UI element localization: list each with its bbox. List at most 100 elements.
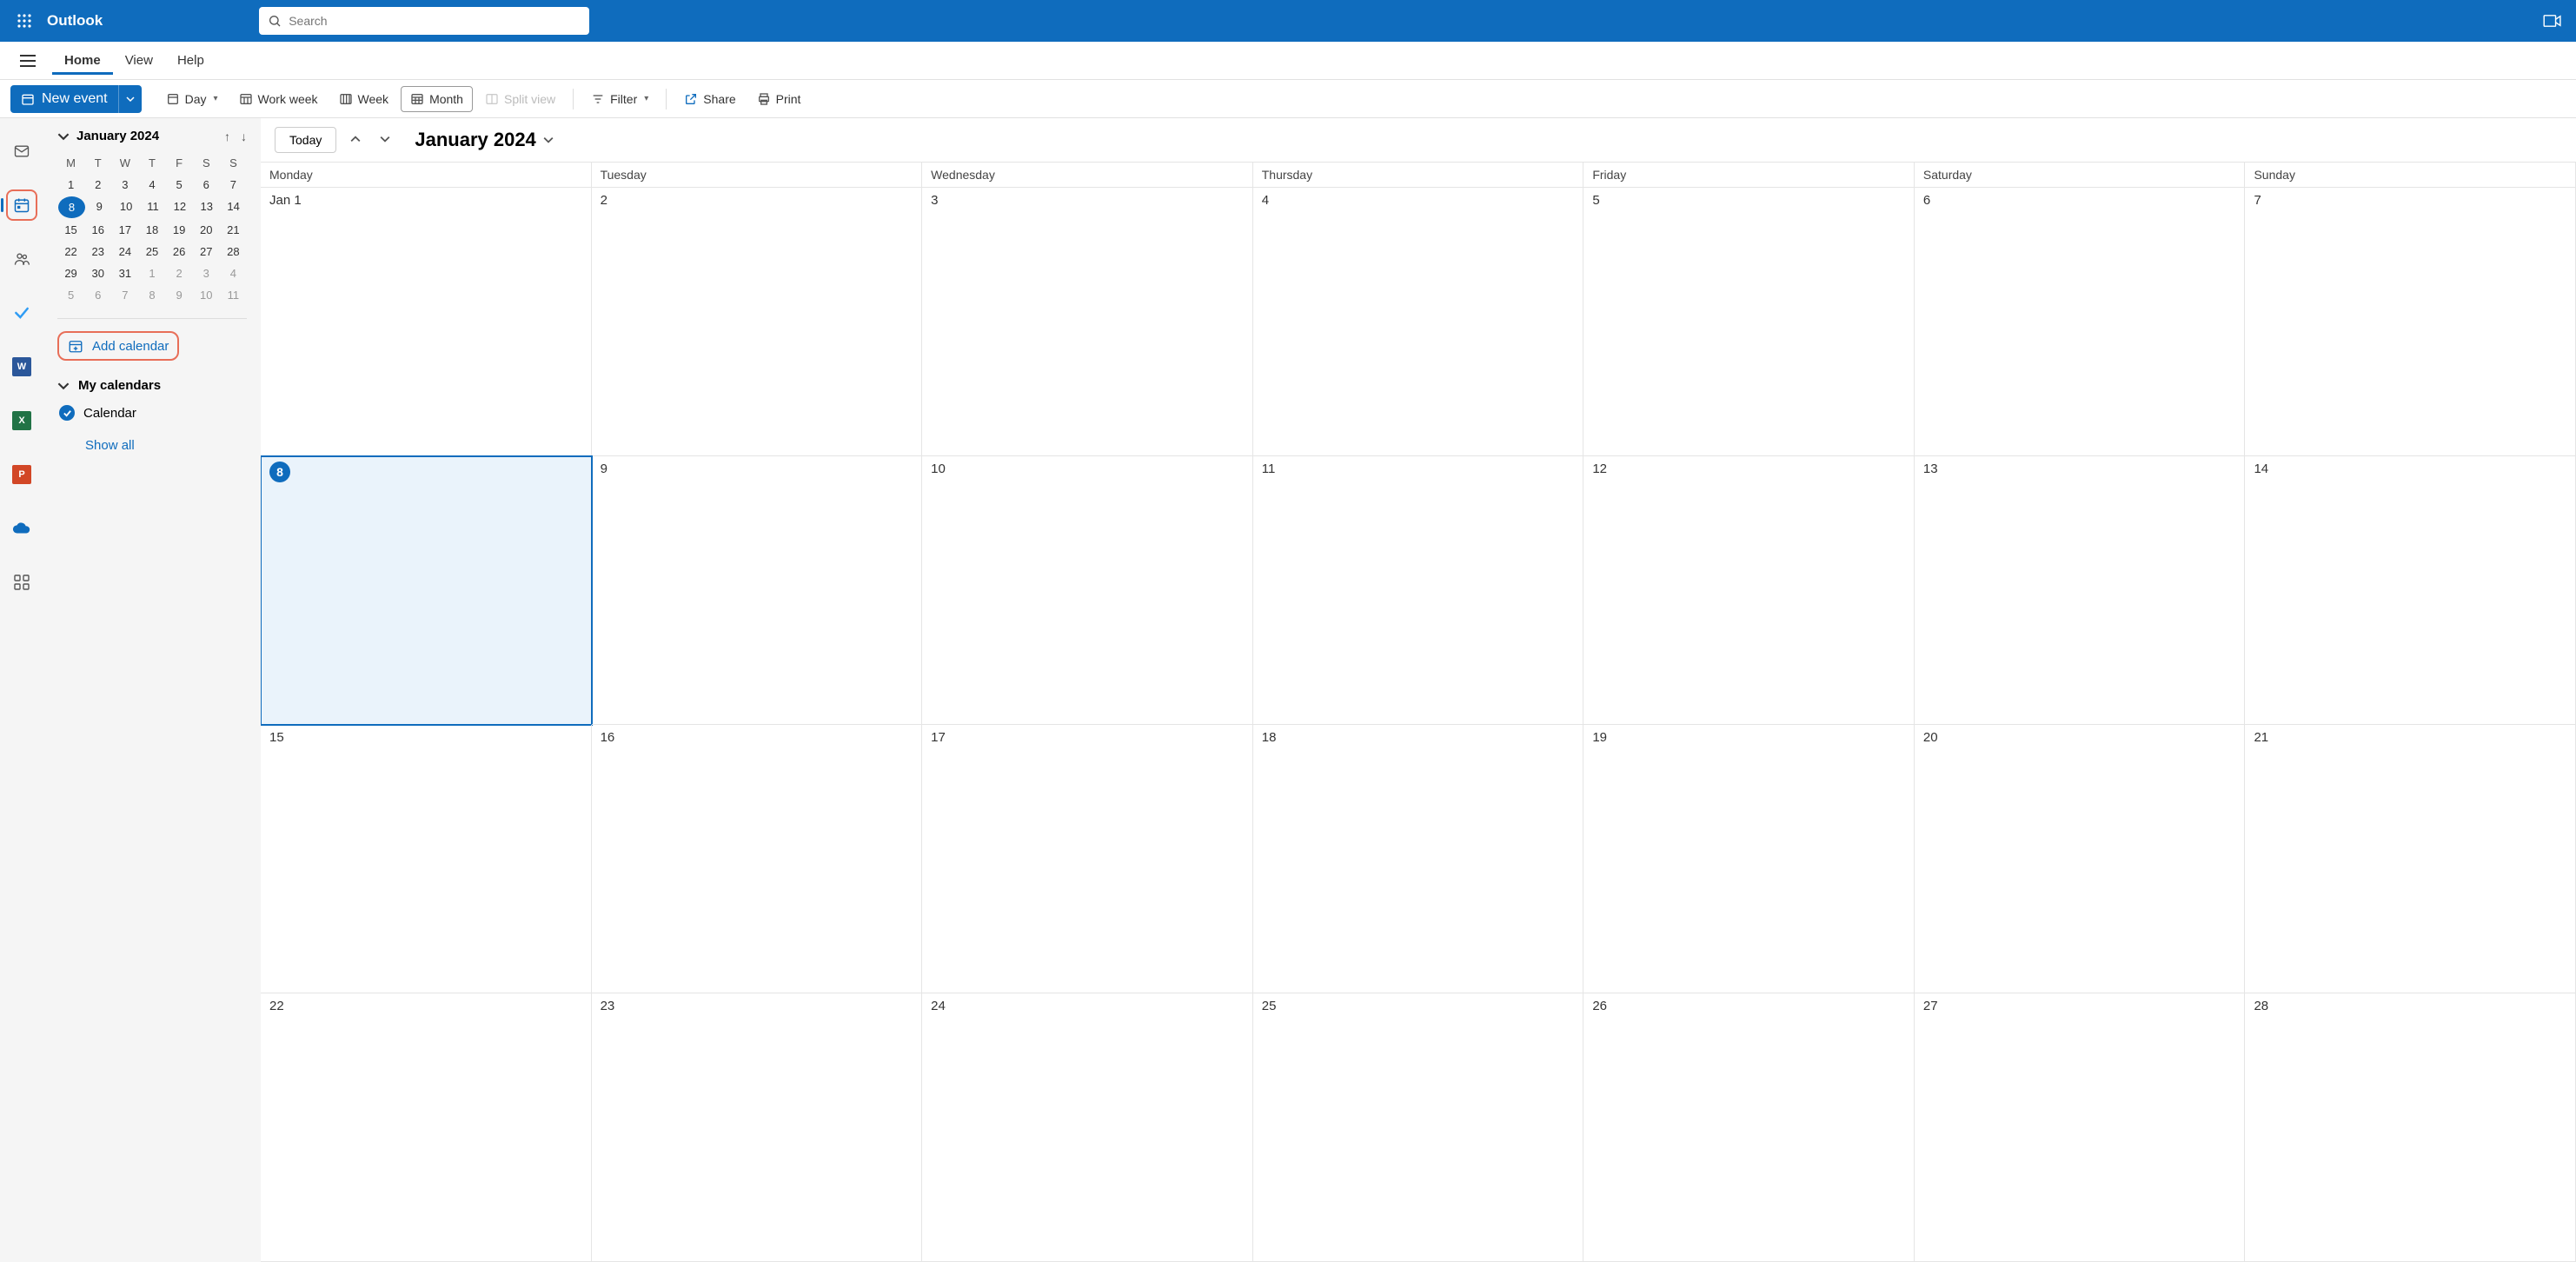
rail-excel[interactable]: X (6, 405, 37, 436)
rail-more-apps[interactable] (6, 567, 37, 598)
tab-home[interactable]: Home (52, 46, 113, 75)
mini-cal-day[interactable]: 25 (138, 241, 165, 262)
nav-toggle-button[interactable] (10, 60, 45, 62)
chevron-down-icon[interactable] (57, 130, 70, 143)
rail-word[interactable]: W (6, 351, 37, 382)
rail-calendar[interactable] (6, 189, 37, 221)
mini-cal-day[interactable]: 6 (84, 284, 111, 306)
rail-mail[interactable] (6, 136, 37, 167)
share-button[interactable]: Share (675, 87, 744, 111)
mini-cal-day[interactable]: 23 (84, 241, 111, 262)
view-month-button[interactable]: Month (401, 86, 473, 112)
calendar-day-cell[interactable]: 25 (1253, 993, 1584, 1262)
calendar-day-cell[interactable]: 4 (1253, 188, 1584, 456)
mini-cal-day[interactable]: 1 (138, 262, 165, 284)
calendar-title[interactable]: January 2024 (415, 129, 553, 151)
calendar-day-cell[interactable]: 12 (1583, 456, 1915, 725)
mini-cal-day[interactable]: 27 (193, 241, 220, 262)
calendar-day-cell[interactable]: 16 (592, 725, 923, 993)
mini-cal-day[interactable]: 10 (193, 284, 220, 306)
today-button[interactable]: Today (275, 127, 336, 153)
calendar-day-cell[interactable]: 2 (592, 188, 923, 456)
mini-cal-day[interactable]: 8 (138, 284, 165, 306)
mini-cal-day[interactable]: 2 (84, 174, 111, 196)
mini-cal-day[interactable]: 7 (220, 174, 247, 196)
new-event-dropdown[interactable] (118, 85, 142, 113)
view-day-button[interactable]: Day▾ (157, 87, 227, 111)
print-button[interactable]: Print (748, 87, 810, 111)
mini-cal-day[interactable]: 31 (111, 262, 138, 284)
mini-cal-day[interactable]: 28 (220, 241, 247, 262)
mini-cal-day[interactable]: 3 (111, 174, 138, 196)
calendar-day-cell[interactable]: 5 (1583, 188, 1915, 456)
mini-cal-day[interactable]: 26 (166, 241, 193, 262)
calendar-day-cell[interactable]: 10 (922, 456, 1253, 725)
calendar-day-cell[interactable]: 6 (1915, 188, 2246, 456)
show-all-link[interactable]: Show all (57, 438, 247, 453)
view-week-button[interactable]: Week (330, 87, 398, 111)
rail-people[interactable] (6, 243, 37, 275)
mini-cal-day[interactable]: 19 (166, 219, 193, 241)
calendar-day-cell[interactable]: 27 (1915, 993, 2246, 1262)
mini-cal-day[interactable]: 29 (57, 262, 84, 284)
mini-cal-day[interactable]: 4 (138, 174, 165, 196)
calendar-day-cell[interactable]: 20 (1915, 725, 2246, 993)
rail-onedrive[interactable] (6, 513, 37, 544)
calendar-day-cell[interactable]: 15 (261, 725, 592, 993)
rail-powerpoint[interactable]: P (6, 459, 37, 490)
mini-cal-day[interactable]: 21 (220, 219, 247, 241)
calendar-day-cell[interactable]: 23 (592, 993, 923, 1262)
mini-cal-day[interactable]: 9 (166, 284, 193, 306)
calendar-day-cell[interactable]: 17 (922, 725, 1253, 993)
prev-period-button[interactable] (345, 130, 366, 150)
new-event-button[interactable]: New event (10, 85, 142, 113)
mini-cal-day[interactable]: 2 (166, 262, 193, 284)
mini-cal-day[interactable]: 7 (111, 284, 138, 306)
mini-cal-day[interactable]: 11 (220, 284, 247, 306)
tab-view[interactable]: View (113, 46, 165, 75)
search-input[interactable] (289, 14, 581, 28)
app-launcher-button[interactable] (7, 13, 42, 29)
mini-cal-day[interactable]: 8 (58, 196, 85, 218)
calendar-day-cell[interactable]: 22 (261, 993, 592, 1262)
mini-cal-day[interactable]: 14 (220, 196, 247, 219)
calendar-day-cell[interactable]: 8 (261, 456, 592, 725)
calendar-day-cell[interactable]: 19 (1583, 725, 1915, 993)
mini-cal-day[interactable]: 24 (111, 241, 138, 262)
calendar-day-cell[interactable]: 3 (922, 188, 1253, 456)
calendar-list-item[interactable]: Calendar (57, 405, 247, 421)
mini-cal-day[interactable]: 13 (193, 196, 220, 219)
mini-cal-day[interactable]: 6 (193, 174, 220, 196)
mini-cal-day[interactable]: 4 (220, 262, 247, 284)
search-box[interactable] (259, 7, 589, 35)
mini-cal-day[interactable]: 20 (193, 219, 220, 241)
mini-cal-day[interactable]: 22 (57, 241, 84, 262)
calendar-day-cell[interactable]: 13 (1915, 456, 2246, 725)
my-calendars-toggle[interactable]: My calendars (57, 378, 247, 393)
mini-cal-day[interactable]: 30 (84, 262, 111, 284)
mini-next-month[interactable]: ↓ (241, 130, 247, 143)
calendar-day-cell[interactable]: 9 (592, 456, 923, 725)
calendar-day-cell[interactable]: 18 (1253, 725, 1584, 993)
mini-cal-day[interactable]: 1 (57, 174, 84, 196)
meet-now-icon[interactable] (2543, 14, 2562, 28)
calendar-day-cell[interactable]: 7 (2245, 188, 2576, 456)
add-calendar-button[interactable]: Add calendar (57, 331, 179, 361)
calendar-day-cell[interactable]: 11 (1253, 456, 1584, 725)
view-workweek-button[interactable]: Work week (230, 87, 327, 111)
mini-cal-day[interactable]: 9 (86, 196, 113, 219)
calendar-day-cell[interactable]: 24 (922, 993, 1253, 1262)
mini-cal-day[interactable]: 5 (57, 284, 84, 306)
mini-cal-day[interactable]: 16 (84, 219, 111, 241)
mini-cal-day[interactable]: 10 (113, 196, 140, 219)
mini-cal-day[interactable]: 11 (140, 196, 167, 219)
mini-cal-day[interactable]: 5 (166, 174, 193, 196)
filter-button[interactable]: Filter▾ (582, 87, 657, 111)
calendar-day-cell[interactable]: 14 (2245, 456, 2576, 725)
next-period-button[interactable] (375, 130, 395, 150)
mini-cal-day[interactable]: 12 (166, 196, 193, 219)
mini-prev-month[interactable]: ↑ (224, 130, 230, 143)
calendar-day-cell[interactable]: 28 (2245, 993, 2576, 1262)
calendar-day-cell[interactable]: 21 (2245, 725, 2576, 993)
calendar-day-cell[interactable]: 26 (1583, 993, 1915, 1262)
